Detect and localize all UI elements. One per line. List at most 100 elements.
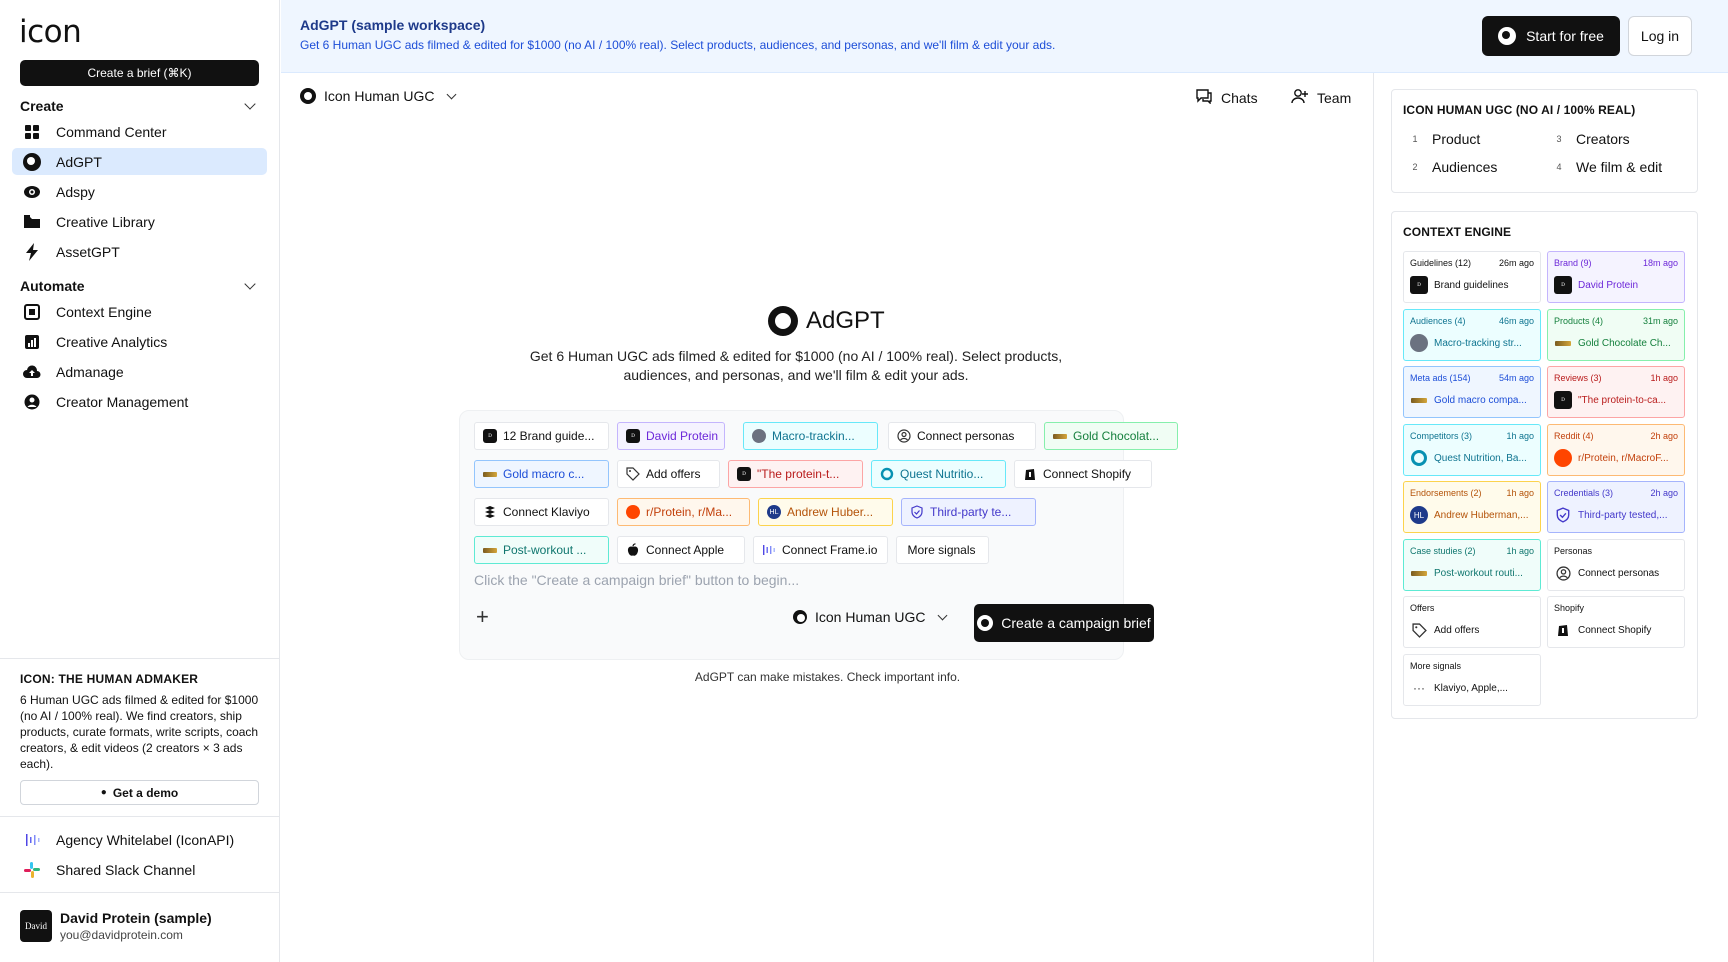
icon-logo-icon	[1498, 27, 1517, 45]
context-card-more-signals[interactable]: More signals ··· Klaviyo, Apple,...	[1403, 654, 1541, 706]
link-label: Shared Slack Channel	[56, 861, 196, 878]
context-card-offers[interactable]: Offers Add offers	[1403, 596, 1541, 648]
chip-post-workout[interactable]: Post-workout ...	[474, 536, 609, 564]
workspace-selector[interactable]: Icon Human UGC	[300, 88, 457, 104]
sidebar-item-assetgpt[interactable]: AssetGPT	[12, 238, 267, 265]
bar-chart-icon	[23, 333, 41, 351]
context-card-guidelines[interactable]: Guidelines (12) 26m ago D Brand guidelines	[1403, 251, 1541, 303]
app-logo[interactable]: icon	[19, 14, 82, 50]
hero-subtitle: Get 6 Human UGC ads filmed & edited for …	[529, 348, 1063, 383]
step-label: Product	[1432, 131, 1481, 147]
chip-connect-klaviyo[interactable]: Connect Klaviyo	[474, 498, 609, 526]
chip-connect-frameio[interactable]: Connect Frame.io	[753, 536, 888, 564]
card-heading: Offers	[1410, 603, 1435, 613]
card-heading: Products (4)	[1554, 316, 1604, 326]
card-time: 1h ago	[1650, 373, 1678, 383]
section-title: Automate	[20, 278, 85, 294]
chip-andrew-huberman[interactable]: HL Andrew Huber...	[758, 498, 893, 526]
card-body: Connect Shopify	[1578, 624, 1652, 636]
plus-icon[interactable]: +	[476, 604, 489, 630]
context-card-personas[interactable]: Personas Connect personas	[1547, 539, 1685, 591]
workspace-name: Icon Human UGC	[815, 609, 926, 625]
card-time: 2h ago	[1650, 488, 1678, 498]
chip-label: Add offers	[646, 467, 701, 481]
david-logo-icon: D	[1554, 276, 1572, 294]
external-links: Agency Whitelabel (IconAPI) Shared Slack…	[0, 816, 280, 878]
card-body: Third-party tested,...	[1578, 509, 1668, 521]
sidebar-item-adgpt[interactable]: AdGPT	[12, 148, 267, 175]
david-logo-icon: D	[737, 467, 751, 481]
context-engine-panel: CONTEXT ENGINE Guidelines (12) 26m ago DB…	[1391, 211, 1698, 719]
sidebar-item-creative-library[interactable]: Creative Library	[12, 208, 267, 235]
chip-reddit[interactable]: r/Protein, r/Ma...	[617, 498, 750, 526]
david-logo-icon: D	[1410, 276, 1428, 294]
link-shared-slack[interactable]: Shared Slack Channel	[12, 856, 267, 883]
chevron-down-icon	[244, 278, 256, 290]
chip-icon	[23, 303, 41, 321]
sidebar-item-adspy[interactable]: Adspy	[12, 178, 267, 205]
context-card-credentials[interactable]: Credentials (3) 2h ago Third-party tested…	[1547, 481, 1685, 533]
composer-workspace-selector[interactable]: Icon Human UGC	[793, 609, 948, 625]
step-item: 2 Audiences	[1406, 159, 1497, 175]
context-card-audiences[interactable]: Audiences (4) 46m ago Macro-tracking str.…	[1403, 309, 1541, 361]
chip-more-signals[interactable]: More signals	[896, 536, 989, 564]
sidebar-item-command-center[interactable]: Command Center	[12, 118, 267, 145]
login-button[interactable]: Log in	[1628, 16, 1692, 56]
chip-connect-personas[interactable]: Connect personas	[888, 422, 1036, 450]
chats-button[interactable]: Chats	[1195, 88, 1258, 107]
user-profile[interactable]: David David Protein (sample) you@davidpr…	[0, 892, 280, 962]
section-create-header[interactable]: Create	[20, 95, 260, 117]
context-card-competitors[interactable]: Competitors (3) 1h ago Quest Nutrition, B…	[1403, 424, 1541, 476]
context-card-reviews[interactable]: Reviews (3) 1h ago D "The protein-to-ca...	[1547, 366, 1685, 418]
chip-add-offers[interactable]: Add offers	[617, 460, 720, 488]
team-label: Team	[1317, 89, 1352, 106]
sidebar-item-creative-analytics[interactable]: Creative Analytics	[12, 328, 267, 355]
card-body: Post-workout routi...	[1434, 567, 1523, 579]
card-heading: Competitors (3)	[1410, 431, 1473, 441]
chip-third-party[interactable]: Third-party te...	[901, 498, 1036, 526]
sidebar-item-context-engine[interactable]: Context Engine	[12, 298, 267, 325]
icon-logo-icon	[793, 610, 807, 624]
section-automate-header[interactable]: Automate	[20, 275, 260, 297]
create-brief-button[interactable]: Create a brief (⌘K)	[20, 60, 259, 86]
folder-icon	[23, 213, 41, 231]
start-for-free-button[interactable]: Start for free	[1482, 16, 1620, 56]
sidebar-item-label: Creator Management	[56, 393, 189, 410]
context-card-products[interactable]: Products (4) 31m ago Gold Chocolate Ch...	[1547, 309, 1685, 361]
chip-david-protein[interactable]: D David Protein	[617, 422, 725, 450]
card-body: Quest Nutrition, Ba...	[1434, 452, 1527, 464]
context-card-brand[interactable]: Brand (9) 18m ago D David Protein	[1547, 251, 1685, 303]
card-body: "The protein-to-ca...	[1578, 394, 1667, 406]
context-card-endorsements[interactable]: Endorsements (2) 1h ago HL Andrew Huberman…	[1403, 481, 1541, 533]
context-card-reddit[interactable]: Reddit (4) 2h ago r/Protein, r/MacroF...	[1547, 424, 1685, 476]
card-heading: Audiences (4)	[1410, 316, 1466, 326]
apple-icon	[626, 543, 640, 557]
step-label: We film & edit	[1576, 159, 1663, 175]
waveform-icon	[23, 831, 41, 849]
step-number: 3	[1556, 134, 1562, 144]
ellipsis-icon: ···	[1413, 681, 1425, 695]
main-area: Icon Human UGC Chats Team AdGPT Get 6 Hu…	[281, 73, 1374, 962]
sidebar-item-creator-management[interactable]: Creator Management	[12, 388, 267, 415]
chip-gold-chocolate[interactable]: Gold Chocolat...	[1044, 422, 1178, 450]
card-heading: Shopify	[1554, 603, 1585, 613]
link-agency-whitelabel[interactable]: Agency Whitelabel (IconAPI)	[12, 826, 267, 853]
create-campaign-brief-button[interactable]: Create a campaign brief	[974, 604, 1154, 642]
chip-brand-guidelines[interactable]: D 12 Brand guide...	[474, 422, 609, 450]
chip-quest-nutrition[interactable]: Quest Nutritio...	[871, 460, 1006, 488]
reddit-icon	[626, 505, 640, 519]
chip-connect-apple[interactable]: Connect Apple	[617, 536, 745, 564]
context-card-shopify[interactable]: Shopify Connect Shopify	[1547, 596, 1685, 648]
chip-connect-shopify[interactable]: Connect Shopify	[1014, 460, 1152, 488]
card-body: Brand guidelines	[1434, 279, 1509, 291]
sidebar-item-admanage[interactable]: Admanage	[12, 358, 267, 385]
chip-macro-tracking[interactable]: Macro-trackin...	[743, 422, 878, 450]
context-card-meta-ads[interactable]: Meta ads (154) 54m ago Gold macro compa..…	[1403, 366, 1541, 418]
team-button[interactable]: Team	[1291, 88, 1351, 107]
chip-label: Connect Apple	[646, 543, 725, 557]
get-demo-button[interactable]: ● Get a demo	[20, 780, 259, 805]
chip-reviews-quote[interactable]: D "The protein-t...	[728, 460, 863, 488]
prompt-placeholder[interactable]: Click the "Create a campaign brief" butt…	[474, 572, 799, 588]
chip-gold-macro[interactable]: Gold macro c...	[474, 460, 609, 488]
context-card-case-studies[interactable]: Case studies (2) 1h ago Post-workout rout…	[1403, 539, 1541, 591]
